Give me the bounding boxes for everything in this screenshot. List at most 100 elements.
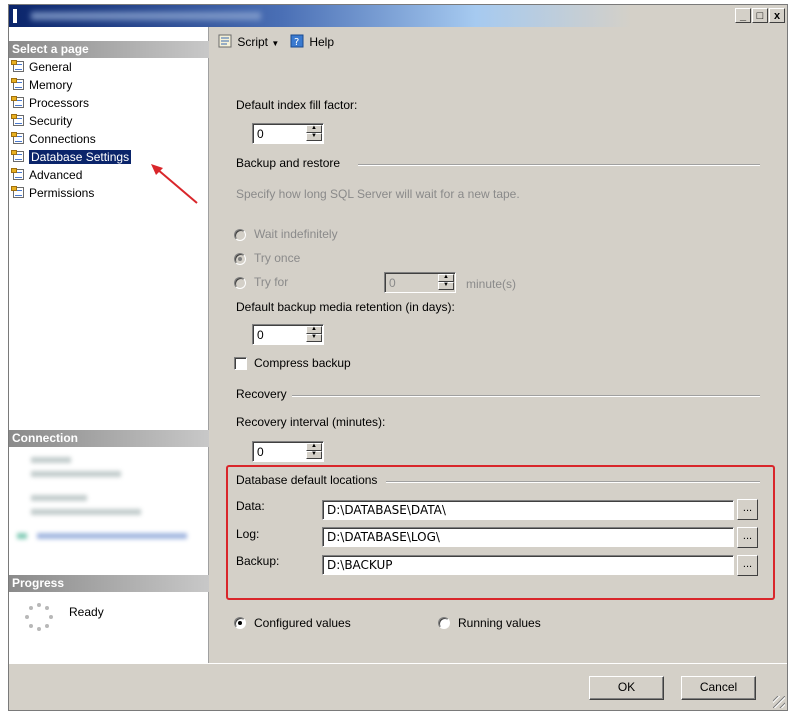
sidebar-item-label: Processors [29, 96, 90, 110]
log-path-field[interactable]: D:\DATABASE\LOG\ [322, 527, 734, 547]
backup-restore-desc: Specify how long SQL Server will wait fo… [236, 187, 520, 201]
left-pane: Select a page General Memory Processors Sec… [9, 27, 209, 663]
dialog-footer: OK Cancel [9, 663, 787, 710]
configured-values-radio[interactable] [234, 617, 246, 629]
spin-up-icon[interactable]: ▲ [306, 443, 322, 451]
title-bar[interactable]: _ □ x [9, 5, 787, 27]
connection-header: Connection [9, 430, 209, 447]
help-icon: ? [290, 34, 304, 48]
minutes-unit-label: minute(s) [466, 277, 517, 291]
page-icon [11, 60, 26, 73]
sidebar-item-label: Connections [29, 132, 96, 146]
minimize-button[interactable]: _ [735, 8, 751, 23]
try-once-radio[interactable] [234, 253, 246, 265]
fill-factor-spinner[interactable]: 0 ▲ ▼ [252, 123, 324, 144]
log-label: Log: [236, 527, 260, 541]
maximize-button[interactable]: □ [752, 8, 768, 23]
spin-up-icon[interactable]: ▲ [306, 326, 322, 334]
sidebar-item-label: Permissions [29, 186, 95, 200]
group-divider [386, 481, 760, 483]
spin-down-icon[interactable]: ▼ [306, 451, 322, 459]
group-divider [292, 395, 760, 397]
retention-label: Default backup media retention (in days)… [236, 300, 455, 314]
sidebar-item-database-settings[interactable]: Database Settings [11, 150, 132, 165]
running-values-radio[interactable] [438, 617, 450, 629]
close-button[interactable]: x [769, 8, 785, 23]
fill-factor-label: Default index fill factor: [236, 98, 358, 112]
red-arrow-annotation [151, 164, 198, 204]
compress-backup-label: Compress backup [254, 356, 351, 370]
spin-up-icon[interactable]: ▲ [306, 125, 322, 133]
try-for-value: 0 [389, 276, 396, 290]
fill-factor-value: 0 [257, 127, 264, 141]
backup-path-field[interactable]: D:\BACKUP [322, 555, 734, 575]
page-icon [11, 96, 26, 109]
configured-values-label: Configured values [254, 616, 351, 630]
try-for-spinner[interactable]: 0 ▲ ▼ [384, 272, 456, 293]
recovery-interval-spinner[interactable]: 0 ▲ ▼ [252, 441, 324, 462]
ok-button[interactable]: OK [589, 676, 664, 700]
help-button[interactable]: ? Help [290, 34, 334, 50]
page-icon [11, 78, 26, 91]
retention-spinner[interactable]: 0 ▲ ▼ [252, 324, 324, 345]
recovery-interval-label: Recovery interval (minutes): [236, 415, 386, 429]
script-icon [218, 34, 232, 48]
data-label: Data: [236, 499, 265, 513]
resize-grip-icon[interactable] [773, 696, 785, 708]
try-once-label: Try once [254, 251, 301, 265]
running-values-label: Running values [458, 616, 541, 630]
server-properties-window: _ □ x Select a page General Memory Process… [8, 4, 788, 711]
help-label: Help [309, 35, 335, 49]
right-pane: Script ▼ ? Help Default index fill facto… [210, 27, 787, 663]
app-icon [13, 9, 17, 23]
sidebar-item-label: Security [29, 114, 73, 128]
try-for-label: Try for [254, 275, 289, 289]
wait-indefinitely-radio[interactable] [234, 229, 246, 241]
page-icon [11, 132, 26, 145]
spin-down-icon[interactable]: ▼ [306, 334, 322, 342]
page-icon [11, 114, 26, 127]
spin-down-icon[interactable]: ▼ [438, 282, 454, 290]
sidebar-item-general[interactable]: General [11, 60, 72, 75]
chevron-down-icon: ▼ [271, 39, 280, 48]
sidebar-item-security[interactable]: Security [11, 114, 72, 129]
script-button[interactable]: Script ▼ [218, 34, 279, 50]
spin-down-icon[interactable]: ▼ [306, 133, 322, 141]
sidebar-item-connections[interactable]: Connections [11, 132, 96, 147]
sidebar-item-label: Advanced [29, 168, 83, 182]
backup-restore-header: Backup and restore [236, 156, 341, 170]
compress-backup-checkbox[interactable] [234, 357, 247, 370]
sidebar-item-advanced[interactable]: Advanced [11, 168, 82, 183]
progress-header: Progress [9, 575, 209, 592]
wait-indefinitely-label: Wait indefinitely [254, 227, 338, 241]
sidebar-item-permissions[interactable]: Permissions [11, 186, 94, 201]
page-icon [11, 168, 26, 181]
page-icon [11, 150, 26, 163]
sidebar-item-processors[interactable]: Processors [11, 96, 89, 111]
data-browse-button[interactable]: ... [737, 499, 758, 520]
sidebar-item-label: Memory [29, 78, 73, 92]
backup-browse-button[interactable]: ... [737, 555, 758, 576]
cancel-button[interactable]: Cancel [681, 676, 756, 700]
backup-label: Backup: [236, 554, 280, 568]
retention-value: 0 [257, 328, 264, 342]
data-path-field[interactable]: D:\DATABASE\DATA\ [322, 500, 734, 520]
script-label: Script [237, 35, 269, 49]
sidebar-item-label: Database Settings [29, 150, 132, 164]
recovery-interval-value: 0 [257, 445, 264, 459]
progress-status: Ready [69, 605, 104, 619]
sidebar-item-memory[interactable]: Memory [11, 78, 72, 93]
try-for-radio[interactable] [234, 277, 246, 289]
connection-info-blurred [9, 447, 209, 575]
svg-text:?: ? [294, 37, 299, 48]
group-divider [358, 164, 760, 166]
locations-header: Database default locations [236, 473, 378, 487]
spin-up-icon[interactable]: ▲ [438, 274, 454, 282]
page-icon [11, 186, 26, 199]
progress-spinner-icon [25, 603, 53, 631]
select-page-header: Select a page [9, 41, 209, 58]
log-browse-button[interactable]: ... [737, 527, 758, 548]
sidebar-item-label: General [29, 60, 72, 74]
blurred-title [31, 12, 261, 20]
recovery-header: Recovery [236, 387, 287, 401]
